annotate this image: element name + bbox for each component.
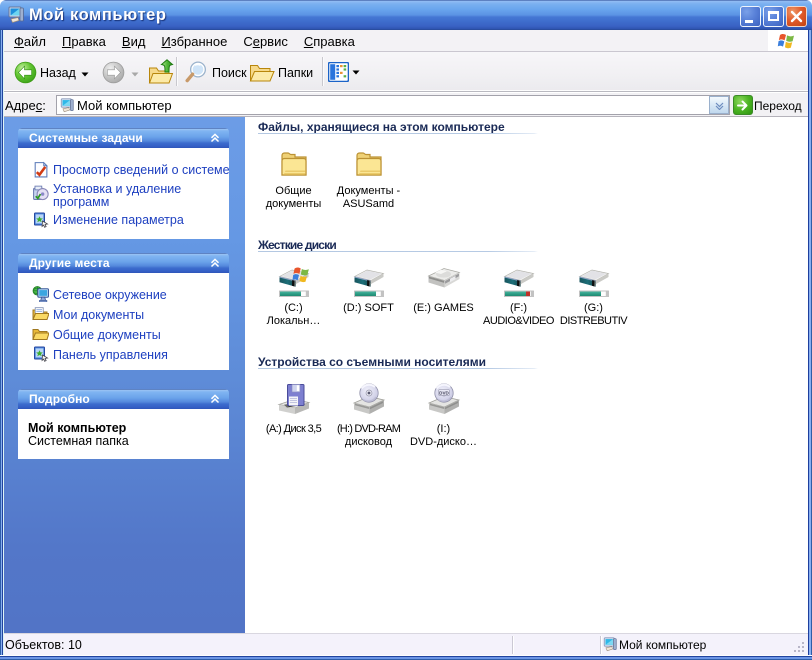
svg-text:DVD: DVD [439, 390, 449, 395]
